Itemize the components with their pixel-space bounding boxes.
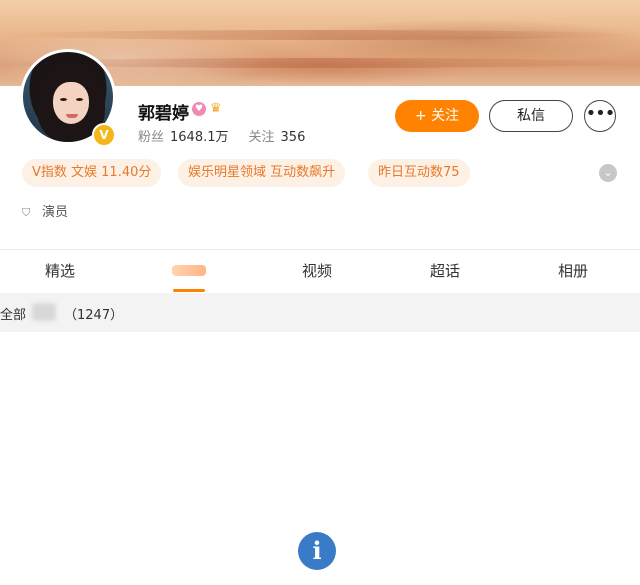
avatar-eye bbox=[76, 98, 83, 101]
tab-video[interactable]: 视频 bbox=[285, 250, 349, 292]
shield-icon: ⛉ bbox=[22, 206, 31, 219]
tag-field-trend[interactable]: 娱乐明星领域 互动数飙升 bbox=[178, 159, 346, 187]
member-badge-icon[interactable]: ♥ bbox=[192, 102, 206, 116]
more-options-button[interactable]: ••• bbox=[584, 100, 616, 132]
chevron-down-icon[interactable]: ⌄ bbox=[599, 164, 617, 182]
verified-badge-icon: V bbox=[92, 123, 116, 147]
profile-stats: 粉丝 1648.1万 关注 356 bbox=[138, 126, 325, 145]
blurred-filter-label bbox=[32, 303, 56, 321]
info-icon[interactable]: i bbox=[298, 532, 336, 570]
tab-active-underline bbox=[173, 289, 205, 292]
filter-count: （1247） bbox=[64, 308, 124, 323]
filter-all[interactable]: 全部 bbox=[0, 304, 26, 323]
role-label: 演员 bbox=[42, 205, 69, 220]
banner-ridge bbox=[0, 30, 640, 40]
profile-tabs: 精选 视频 超话 相册 bbox=[0, 250, 640, 292]
fans-count[interactable]: 1648.1万 bbox=[170, 130, 229, 145]
profile-name: 郭碧婷 bbox=[138, 104, 189, 124]
message-button[interactable]: 私信 bbox=[489, 100, 573, 132]
tab-featured[interactable]: 精选 bbox=[28, 250, 92, 292]
profile-role: ⛉ 演员 bbox=[22, 201, 68, 220]
tag-v-index[interactable]: V指数 文娱 11.40分 bbox=[22, 159, 162, 187]
crown-icon[interactable]: ♛ bbox=[210, 102, 226, 116]
following-count[interactable]: 356 bbox=[281, 130, 306, 145]
fans-label: 粉丝 bbox=[138, 130, 165, 145]
tab-super-topic[interactable]: 超话 bbox=[413, 250, 477, 292]
following-label: 关注 bbox=[248, 130, 275, 145]
tab-album[interactable]: 相册 bbox=[541, 250, 605, 292]
tab-active-blurred[interactable] bbox=[172, 265, 206, 276]
avatar-eye bbox=[60, 98, 67, 101]
follow-button[interactable]: + 关注 bbox=[395, 100, 479, 132]
tag-daily-interactions[interactable]: 昨日互动数75 bbox=[368, 159, 470, 187]
